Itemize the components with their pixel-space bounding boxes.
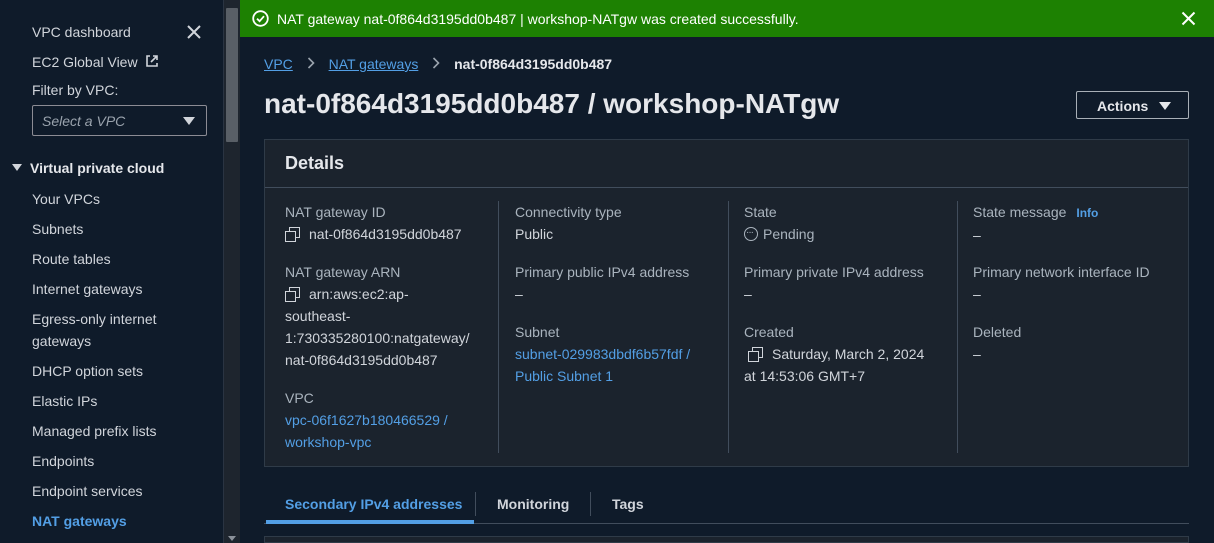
info-link[interactable]: Info xyxy=(1076,206,1098,220)
flash-message: NAT gateway nat-0f864d3195dd0b487 | work… xyxy=(277,11,799,27)
section-virtual-private-cloud[interactable]: Virtual private cloud xyxy=(12,160,164,176)
sidebar-item-dhcp-option-sets[interactable]: DHCP option sets xyxy=(32,363,143,379)
sidebar-item-ec2-global-view[interactable]: EC2 Global View xyxy=(32,54,159,70)
label-primary-private-ipv4: Primary private IPv4 address xyxy=(744,264,924,280)
field-connectivity-type: Connectivity type Public xyxy=(515,201,622,245)
column-divider xyxy=(728,201,729,453)
sidebar-item-managed-prefix-lists[interactable]: Managed prefix lists xyxy=(32,423,157,439)
breadcrumb: VPC NAT gateways nat-0f864d3195dd0b487 xyxy=(264,56,612,72)
caret-down-icon xyxy=(12,164,22,171)
page-title: nat-0f864d3195dd0b487 / workshop-NATgw xyxy=(264,88,840,119)
field-state-message: State message Info – xyxy=(973,201,1098,246)
value-primary-public-ipv4: – xyxy=(515,286,523,302)
field-vpc: VPC vpc-06f1627b180466529 / workshop-vpc xyxy=(285,387,448,453)
scroll-down-icon[interactable] xyxy=(228,536,236,541)
value-arn-line: southeast- xyxy=(285,308,351,324)
field-primary-public-ipv4: Primary public IPv4 address – xyxy=(515,261,689,305)
value-primary-network-interface: – xyxy=(973,286,981,302)
label-state-message: State message xyxy=(973,204,1067,220)
pending-status-icon xyxy=(744,222,758,244)
label-vpc: VPC xyxy=(285,390,314,406)
label-subnet: Subnet xyxy=(515,324,560,340)
field-nat-gateway-arn: NAT gateway ARN arn:aws:ec2:ap- southeas… xyxy=(285,261,470,371)
external-link-icon xyxy=(146,55,159,67)
tab-secondary-ipv4-addresses[interactable]: Secondary IPv4 addresses xyxy=(285,496,462,512)
details-header: Details xyxy=(265,140,1188,188)
column-divider xyxy=(498,201,499,453)
tab-divider xyxy=(475,492,476,516)
tab-divider xyxy=(590,492,591,516)
vpc-filter-select[interactable]: Select a VPC xyxy=(32,105,207,136)
tab-tags[interactable]: Tags xyxy=(612,496,644,512)
scrollbar-thumb[interactable] xyxy=(226,8,238,142)
field-state: State Pending xyxy=(744,201,814,245)
actions-label: Actions xyxy=(1097,98,1149,114)
chevron-right-icon xyxy=(307,56,315,72)
value-state-message: – xyxy=(973,227,981,243)
value-created-time: at 14:53:06 GMT+7 xyxy=(744,368,866,384)
success-check-icon xyxy=(252,10,269,27)
vpc-link[interactable]: vpc-06f1627b180466529 / workshop-vpc xyxy=(285,409,448,453)
value-connectivity-type: Public xyxy=(515,226,554,242)
breadcrumb-vpc[interactable]: VPC xyxy=(264,56,293,72)
copy-icon[interactable] xyxy=(285,227,300,242)
field-primary-private-ipv4: Primary private IPv4 address – xyxy=(744,261,924,305)
copy-icon[interactable] xyxy=(285,287,300,302)
tab-content-panel xyxy=(264,536,1189,543)
field-nat-gateway-id: NAT gateway ID nat-0f864d3195dd0b487 xyxy=(285,201,462,245)
actions-button[interactable]: Actions xyxy=(1076,91,1189,119)
value-deleted: – xyxy=(973,346,981,362)
field-subnet: Subnet subnet-029983dbdf6b57fdf / Public… xyxy=(515,321,690,387)
sidebar-item-vpc-dashboard[interactable]: VPC dashboard xyxy=(32,24,131,40)
value-arn-line: nat-0f864d3195dd0b487 xyxy=(285,352,438,368)
sidebar-item-endpoint-services[interactable]: Endpoint services xyxy=(32,483,143,499)
vpc-filter-placeholder: Select a VPC xyxy=(42,113,126,129)
sidebar-item-elastic-ips[interactable]: Elastic IPs xyxy=(32,393,97,409)
label-nat-gateway-id: NAT gateway ID xyxy=(285,204,386,220)
value-state: Pending xyxy=(763,226,815,242)
tab-monitoring[interactable]: Monitoring xyxy=(497,496,569,512)
details-title: Details xyxy=(285,153,345,173)
label-primary-public-ipv4: Primary public IPv4 address xyxy=(515,264,690,280)
column-divider xyxy=(957,201,958,453)
value-created-date: Saturday, March 2, 2024 xyxy=(772,346,925,362)
field-created: Created Saturday, March 2, 2024 at 14:53… xyxy=(744,321,924,387)
label-state: State xyxy=(744,204,777,220)
subnet-link[interactable]: subnet-029983dbdf6b57fdf / Public Subnet… xyxy=(515,343,690,387)
chevron-right-icon xyxy=(432,56,440,72)
details-panel: Details NAT gateway ID nat-0f864d3195dd0… xyxy=(264,139,1189,467)
label-created: Created xyxy=(744,324,794,340)
chevron-down-icon xyxy=(183,117,195,125)
sidebar-item-endpoints[interactable]: Endpoints xyxy=(32,453,94,469)
field-deleted: Deleted – xyxy=(973,321,1021,365)
copy-icon[interactable] xyxy=(748,347,763,362)
sidebar: VPC dashboard EC2 Global View Filter by … xyxy=(0,0,224,543)
caret-down-icon xyxy=(1159,102,1171,110)
breadcrumb-current: nat-0f864d3195dd0b487 xyxy=(454,56,613,72)
active-tab-indicator xyxy=(266,520,474,524)
sidebar-item-subnets[interactable]: Subnets xyxy=(32,221,83,237)
label-nat-gateway-arn: NAT gateway ARN xyxy=(285,264,401,280)
sidebar-item-your-vpcs[interactable]: Your VPCs xyxy=(32,191,100,207)
value-primary-private-ipv4: – xyxy=(744,286,752,302)
label-deleted: Deleted xyxy=(973,324,1022,340)
filter-by-vpc-label: Filter by VPC: xyxy=(32,82,119,98)
label-primary-network-interface: Primary network interface ID xyxy=(973,264,1150,280)
value-arn-line: arn:aws:ec2:ap- xyxy=(309,286,409,302)
value-nat-gateway-id: nat-0f864d3195dd0b487 xyxy=(309,226,462,242)
sidebar-item-route-tables[interactable]: Route tables xyxy=(32,251,111,267)
value-arn-line: 1:730335280100:natgateway/ xyxy=(285,330,470,346)
sidebar-item-internet-gateways[interactable]: Internet gateways xyxy=(32,281,143,297)
sidebar-item-nat-gateways[interactable]: NAT gateways xyxy=(32,513,127,529)
breadcrumb-nat-gateways[interactable]: NAT gateways xyxy=(329,56,419,72)
label-connectivity-type: Connectivity type xyxy=(515,204,622,220)
field-primary-network-interface: Primary network interface ID – xyxy=(973,261,1150,305)
sidebar-scrollbar[interactable] xyxy=(224,0,240,543)
close-icon[interactable] xyxy=(185,23,203,41)
dismiss-close-icon[interactable] xyxy=(1181,11,1196,26)
sidebar-item-egress-only-internet-gateways[interactable]: Egress-only internet gateways xyxy=(32,308,157,352)
success-flash-banner: NAT gateway nat-0f864d3195dd0b487 | work… xyxy=(240,0,1214,37)
detail-tabs: Secondary IPv4 addresses Monitoring Tags xyxy=(264,490,1189,524)
